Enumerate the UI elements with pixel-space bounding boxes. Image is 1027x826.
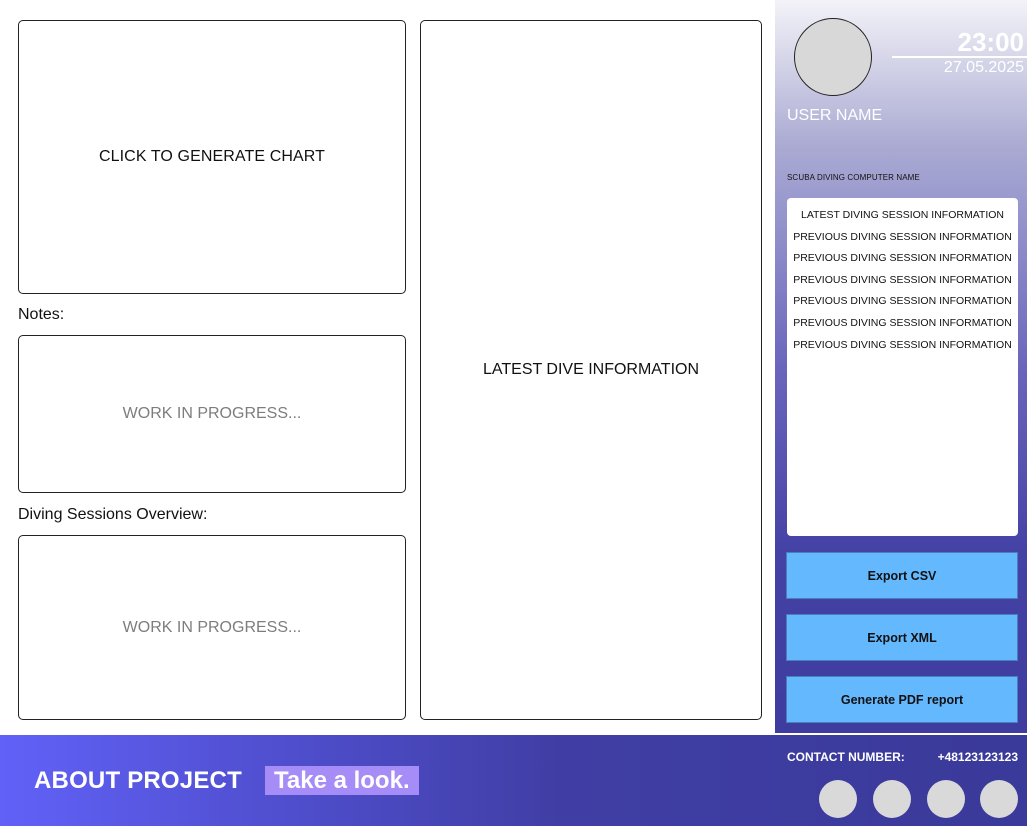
export-xml-button[interactable]: Export XML [786, 614, 1018, 661]
session-item-previous[interactable]: PREVIOUS DIVING SESSION INFORMATION [787, 251, 1018, 273]
latest-dive-label: LATEST DIVE INFORMATION [482, 361, 700, 378]
clock-divider [892, 56, 1027, 58]
sessions-overview-label: Diving Sessions Overview: [18, 506, 208, 523]
session-item-previous[interactable]: PREVIOUS DIVING SESSION INFORMATION [787, 294, 1018, 316]
diving-sessions-list: LATEST DIVING SESSION INFORMATION PREVIO… [787, 198, 1018, 536]
contact-number: +48123123123 [937, 750, 1018, 764]
overview-placeholder: WORK IN PROGRESS... [122, 618, 302, 636]
session-item-latest[interactable]: LATEST DIVING SESSION INFORMATION [787, 208, 1018, 230]
sessions-overview-panel: WORK IN PROGRESS... [18, 535, 406, 720]
notes-label: Notes: [18, 306, 65, 323]
social-icon[interactable] [980, 780, 1018, 818]
take-a-look-button[interactable]: Take a look. [265, 766, 419, 795]
notes-placeholder: WORK IN PROGRESS... [122, 405, 302, 422]
clock-date: 27.05.2025 [943, 59, 1024, 76]
session-item-previous[interactable]: PREVIOUS DIVING SESSION INFORMATION [787, 338, 1018, 360]
session-item-previous[interactable]: PREVIOUS DIVING SESSION INFORMATION [787, 316, 1018, 338]
social-icon[interactable] [819, 780, 857, 818]
latest-dive-panel: LATEST DIVE INFORMATION [420, 20, 762, 720]
sidebar: 23:00 27.05.2025 USER NAME SCUBA DIVING … [775, 0, 1027, 733]
user-name: USER NAME [787, 107, 883, 124]
session-item-previous[interactable]: PREVIOUS DIVING SESSION INFORMATION [787, 230, 1018, 252]
generate-chart-button[interactable]: CLICK TO GENERATE CHART [18, 20, 406, 294]
generate-chart-label: CLICK TO GENERATE CHART [98, 148, 326, 165]
social-icon[interactable] [927, 780, 965, 818]
avatar[interactable] [794, 18, 872, 96]
session-item-previous[interactable]: PREVIOUS DIVING SESSION INFORMATION [787, 273, 1018, 295]
notes-panel[interactable]: WORK IN PROGRESS... [18, 335, 406, 493]
export-csv-button[interactable]: Export CSV [786, 552, 1018, 599]
dive-computer-name: SCUBA DIVING COMPUTER NAME [787, 173, 920, 182]
contact-number-label: CONTACT NUMBER: [787, 750, 905, 764]
footer: ABOUT PROJECT Take a look. CONTACT NUMBE… [0, 735, 1027, 826]
about-project-link[interactable]: ABOUT PROJECT [34, 767, 242, 795]
generate-pdf-button[interactable]: Generate PDF report [786, 676, 1018, 723]
social-icon[interactable] [873, 780, 911, 818]
clock-time: 23:00 [957, 27, 1025, 57]
